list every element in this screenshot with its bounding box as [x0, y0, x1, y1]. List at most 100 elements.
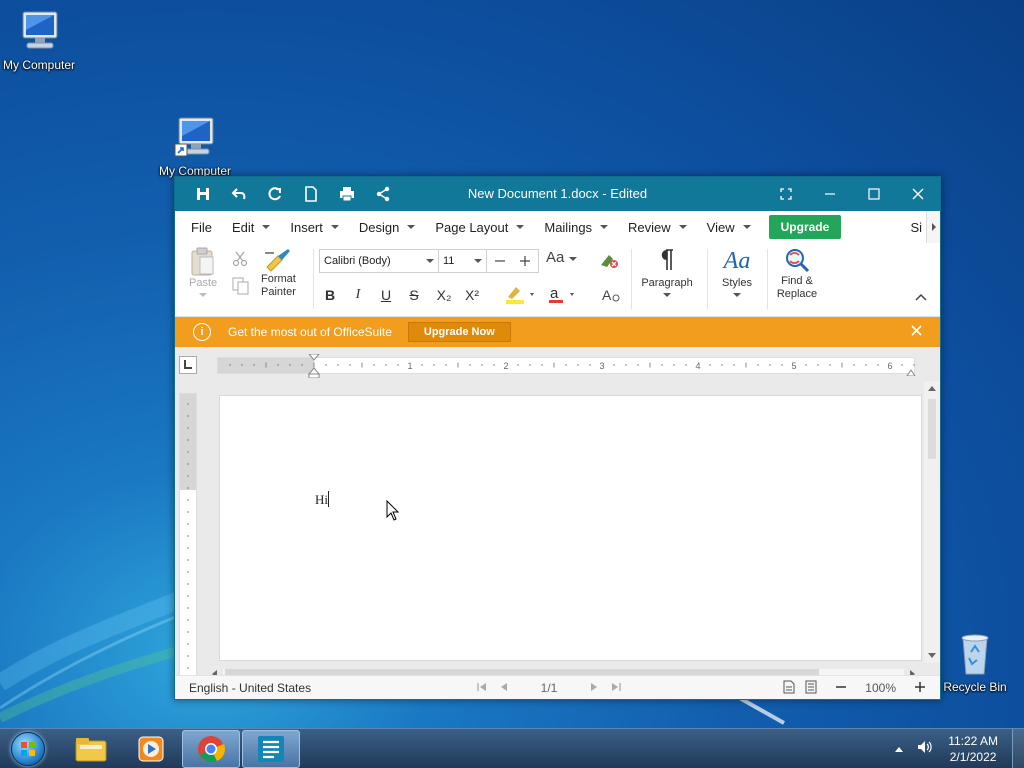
- taskbar-officesuite[interactable]: [242, 729, 300, 768]
- zoom-in-button[interactable]: [914, 681, 926, 696]
- new-document-button[interactable]: [293, 177, 329, 211]
- language-indicator[interactable]: English - United States: [189, 681, 311, 695]
- menu-scroll-right-button[interactable]: [926, 211, 940, 243]
- text-effects-button[interactable]: A: [599, 285, 623, 305]
- find-replace-button[interactable]: Find & Replace: [773, 247, 821, 301]
- superscript-button[interactable]: X²: [459, 285, 485, 305]
- font-size-input[interactable]: 11: [438, 250, 470, 272]
- upgrade-now-button[interactable]: Upgrade Now: [407, 322, 511, 342]
- fullscreen-button[interactable]: [764, 177, 808, 211]
- subscript-button[interactable]: X₂: [431, 285, 457, 305]
- font-size-dropdown[interactable]: [470, 259, 486, 263]
- menu-insert[interactable]: Insert: [280, 211, 349, 243]
- print-layout-button[interactable]: [783, 680, 795, 697]
- menu-edit[interactable]: Edit: [222, 211, 280, 243]
- clear-formatting-button[interactable]: [599, 251, 619, 269]
- menu-design[interactable]: Design: [349, 211, 425, 243]
- font-name-input[interactable]: Calibri (Body): [320, 255, 422, 267]
- menu-file[interactable]: File: [181, 211, 222, 243]
- chevron-down-icon: [330, 225, 339, 229]
- desktop-icon-my-computer-shortcut[interactable]: My Computer: [153, 114, 237, 178]
- italic-button[interactable]: I: [347, 285, 369, 305]
- cut-button[interactable]: [232, 251, 248, 267]
- redo-button[interactable]: [257, 177, 293, 211]
- show-hidden-icons-button[interactable]: [886, 742, 912, 756]
- desktop-icon-label: My Computer: [2, 58, 76, 72]
- desktop-icon-recycle-bin[interactable]: Recycle Bin: [933, 630, 1017, 694]
- format-painter-button[interactable]: Format Painter: [261, 247, 296, 299]
- strikethrough-button[interactable]: S: [403, 285, 425, 305]
- change-case-button[interactable]: Aa: [546, 250, 578, 265]
- zoom-level[interactable]: 100%: [865, 681, 896, 695]
- document-page[interactable]: Hi: [219, 395, 922, 661]
- next-page-button[interactable]: [583, 681, 605, 695]
- start-button[interactable]: [0, 729, 56, 768]
- web-layout-icon: [805, 680, 817, 693]
- minimize-button[interactable]: [808, 177, 852, 211]
- underline-button[interactable]: U: [375, 285, 397, 305]
- indent-marker[interactable]: [308, 354, 320, 378]
- ribbon: Paste Format Painter Calibri (Body) 11 A…: [175, 243, 940, 317]
- collapse-ribbon-button[interactable]: [915, 293, 927, 301]
- find-replace-label: Replace: [776, 288, 818, 300]
- vertical-ruler[interactable]: [179, 393, 197, 683]
- zoom-out-button[interactable]: [835, 681, 847, 696]
- horizontal-ruler[interactable]: 1 2 3 4 5 6: [217, 354, 916, 378]
- decrease-font-button[interactable]: [486, 250, 512, 272]
- scroll-down-icon[interactable]: [928, 653, 936, 659]
- first-page-button[interactable]: [471, 681, 493, 695]
- upgrade-button[interactable]: Upgrade: [768, 215, 842, 239]
- vertical-scrollbar[interactable]: [924, 381, 940, 663]
- menu-mailings[interactable]: Mailings: [534, 211, 618, 243]
- styles-button[interactable]: Aa Styles: [713, 247, 761, 297]
- highlight-color-button[interactable]: [501, 285, 541, 305]
- last-page-button[interactable]: [605, 681, 627, 695]
- ribbon-separator: [631, 249, 632, 309]
- paste-button[interactable]: Paste: [189, 247, 217, 297]
- share-button[interactable]: [365, 177, 401, 211]
- scroll-up-icon[interactable]: [928, 385, 936, 391]
- menu-page-layout[interactable]: Page Layout: [425, 211, 534, 243]
- font-color-icon: a: [549, 285, 574, 303]
- web-layout-button[interactable]: [805, 680, 817, 697]
- clock[interactable]: 11:22 AM 2/1/2022: [938, 733, 1012, 765]
- paragraph-button[interactable]: Paragraph: [637, 247, 697, 297]
- taskbar-media-player[interactable]: [122, 730, 180, 768]
- volume-button[interactable]: [912, 739, 938, 758]
- font-color-button[interactable]: a: [543, 285, 583, 305]
- undo-button[interactable]: [221, 177, 257, 211]
- copy-icon: [232, 277, 249, 295]
- find-replace-label: Find &: [781, 275, 813, 287]
- right-indent-marker[interactable]: [906, 368, 916, 376]
- close-button[interactable]: [896, 177, 940, 211]
- show-desktop-button[interactable]: [1012, 728, 1024, 768]
- file-explorer-icon: [75, 737, 107, 761]
- scissors-icon: [232, 251, 248, 267]
- first-page-icon: [477, 683, 486, 691]
- maximize-button[interactable]: [852, 177, 896, 211]
- increase-font-button[interactable]: [512, 250, 538, 272]
- menu-view[interactable]: View: [697, 211, 761, 243]
- previous-page-button[interactable]: [493, 681, 515, 695]
- taskbar-chrome[interactable]: [182, 729, 240, 768]
- font-name-dropdown[interactable]: [422, 259, 438, 263]
- copy-button[interactable]: [232, 277, 250, 295]
- desktop-icon-my-computer[interactable]: My Computer: [0, 8, 81, 72]
- page-number: 1/1: [540, 681, 558, 695]
- find-replace-icon: [786, 249, 810, 273]
- menu-review[interactable]: Review: [618, 211, 697, 243]
- ruler-ticks: [187, 403, 189, 681]
- banner-close-button[interactable]: [911, 323, 922, 341]
- document-text[interactable]: Hi: [315, 492, 328, 508]
- ruler-number: 6: [887, 361, 892, 371]
- menu-overflow-label[interactable]: Si: [902, 220, 926, 235]
- media-player-icon: [138, 736, 164, 761]
- tab-stop-selector[interactable]: [179, 356, 197, 374]
- vertical-scroll-thumb[interactable]: [928, 399, 936, 459]
- title-bar[interactable]: New Document 1.docx - Edited: [175, 177, 940, 211]
- taskbar-file-explorer[interactable]: [62, 730, 120, 768]
- save-button[interactable]: [185, 177, 221, 211]
- bold-button[interactable]: B: [319, 285, 341, 305]
- banner-message: Get the most out of OfficeSuite: [228, 325, 392, 339]
- print-button[interactable]: [329, 177, 365, 211]
